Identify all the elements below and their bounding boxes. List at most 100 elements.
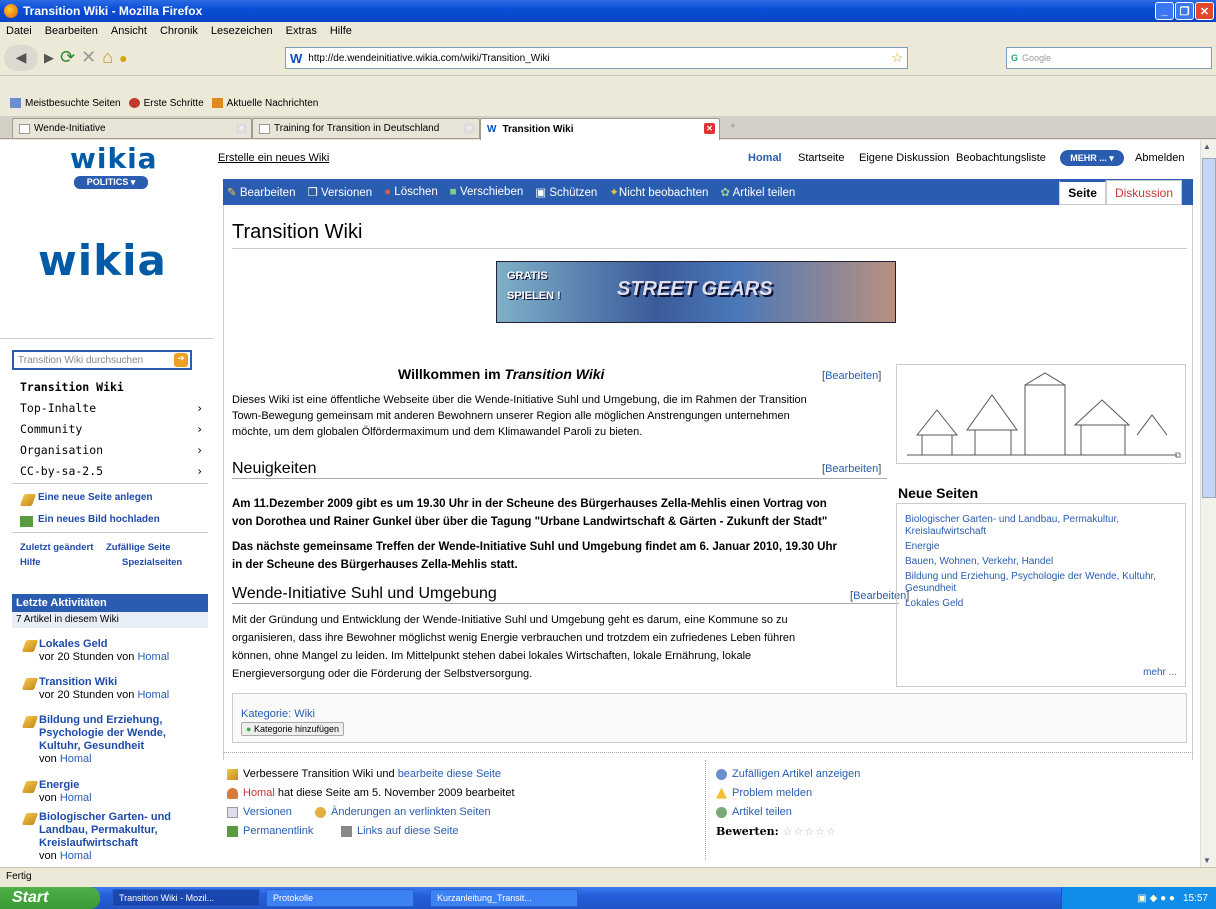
more-button[interactable]: MEHR ... ▾: [1060, 150, 1124, 166]
activity-item[interactable]: Bildung und Erziehung, Psychologie der W…: [39, 714, 199, 766]
welcome-heading: Willkommen im Transition Wiki: [398, 366, 605, 382]
upload-image-link[interactable]: Ein neues Bild hochladen: [38, 514, 160, 525]
menu-chronik[interactable]: Chronik: [160, 25, 198, 37]
new-page-link[interactable]: Bildung und Erziehung, Psychologie der W…: [905, 571, 1177, 595]
what-links-here-link[interactable]: Links auf diese Seite: [341, 825, 459, 837]
share-article-link[interactable]: Artikel teilen: [716, 806, 792, 818]
recent-changes-link[interactable]: Zuletzt geändert: [20, 542, 93, 553]
start-button[interactable]: Start: [0, 887, 100, 909]
category-link[interactable]: Kategorie: Wiki: [241, 708, 315, 720]
report-problem-link[interactable]: Problem melden: [716, 787, 812, 799]
watchlist-link[interactable]: Beobachtungsliste: [956, 152, 1046, 164]
new-tab-icon[interactable]: +: [730, 121, 736, 132]
edit-button[interactable]: ✎ Bearbeiten: [227, 185, 295, 199]
random-article-link[interactable]: Zufälligen Artikel anzeigen: [716, 768, 860, 780]
activity-item[interactable]: Biologischer Garten- und Landbau, Permak…: [39, 811, 199, 863]
maximize-button[interactable]: ❐: [1175, 2, 1194, 20]
forward-button[interactable]: ▶: [44, 45, 54, 71]
logout-link[interactable]: Abmelden: [1135, 152, 1185, 164]
tab-transition-wiki[interactable]: W Transition Wiki ✕: [480, 118, 720, 140]
pencil-icon: [21, 813, 39, 825]
startseite-link[interactable]: Startseite: [798, 152, 844, 164]
special-pages-link[interactable]: Spezialseiten: [122, 557, 182, 568]
task-protokolle[interactable]: Protokolle: [266, 889, 414, 907]
create-wiki-link[interactable]: Erstelle ein neues Wiki: [218, 152, 329, 164]
politics-badge[interactable]: POLITICS ▾: [74, 176, 148, 189]
sidebar-search-input[interactable]: Transition Wiki durchsuchen ➜: [12, 350, 192, 370]
wikia-logo-small[interactable]: wikia: [70, 142, 158, 175]
tab-close-icon[interactable]: ✕: [236, 123, 247, 134]
sidebar-item-community[interactable]: Community ›: [20, 422, 203, 436]
vertical-scrollbar[interactable]: ▲ ▼: [1200, 140, 1216, 867]
menu-extras[interactable]: Extras: [286, 25, 317, 37]
new-page-link[interactable]: Lokales Geld: [905, 598, 1177, 610]
sidebar-item-license[interactable]: CC-by-sa-2.5 ›: [20, 464, 203, 478]
task-kurzanleitung[interactable]: Kurzanleitung_Transit...: [430, 889, 578, 907]
permalink-link[interactable]: Permanentlink: [227, 825, 313, 837]
related-changes-link[interactable]: Änderungen an verlinkten Seiten: [315, 806, 491, 818]
menu-ansicht[interactable]: Ansicht: [111, 25, 147, 37]
pencil-icon: [19, 494, 37, 506]
search-go-icon[interactable]: ➜: [174, 353, 188, 367]
edit-section-link[interactable]: [Bearbeiten]: [822, 463, 881, 475]
own-discussion-link[interactable]: Eigene Diskussion: [859, 152, 950, 164]
wikia-logo-big[interactable]: wikia: [38, 236, 167, 285]
bookmark-meistbesucht[interactable]: Meistbesuchte Seiten: [10, 98, 121, 109]
more-link[interactable]: mehr ...: [1143, 667, 1177, 678]
help-link[interactable]: Hilfe: [20, 557, 41, 568]
edit-this-page-link[interactable]: bearbeite diese Seite: [398, 768, 501, 780]
tab-training[interactable]: Training for Transition in Deutschland ✕: [252, 118, 480, 138]
stop-icon[interactable]: ✕: [81, 45, 96, 71]
back-button[interactable]: ◀: [4, 44, 38, 71]
bookmark-nachrichten[interactable]: Aktuelle Nachrichten: [211, 98, 318, 109]
page-title: Transition Wiki: [232, 221, 1187, 249]
activity-item[interactable]: Transition Wiki vor 20 Stunden von Homal: [39, 676, 169, 702]
search-box[interactable]: G Google: [1006, 47, 1212, 69]
star-rating-icon[interactable]: ☆☆☆☆☆: [783, 825, 837, 838]
tab-close-icon[interactable]: ✕: [704, 123, 715, 134]
menu-bearbeiten[interactable]: Bearbeiten: [45, 25, 98, 37]
activity-item[interactable]: Lokales Geld vor 20 Stunden von Homal: [39, 638, 169, 664]
edit-section-link[interactable]: [Bearbeiten]: [822, 370, 881, 382]
unwatch-button[interactable]: ✦Nicht beobachten: [609, 185, 708, 199]
task-firefox[interactable]: Transition Wiki - Mozil...: [112, 889, 260, 907]
close-button[interactable]: ✕: [1195, 2, 1214, 20]
new-page-link[interactable]: Bauen, Wohnen, Verkehr, Handel: [905, 556, 1177, 568]
addon-icon[interactable]: ●: [119, 45, 127, 71]
advertisement-banner[interactable]: GRATIS SPIELEN ! STREET GEARS: [496, 261, 896, 323]
star-icon[interactable]: ☆: [891, 50, 903, 66]
new-page-link[interactable]: Energie: [905, 541, 1177, 553]
reload-icon[interactable]: ⟳: [60, 45, 75, 71]
share-button[interactable]: ✿ Artikel teilen: [720, 185, 795, 199]
user-link[interactable]: Homal: [748, 152, 782, 164]
tab-wende-initiative[interactable]: Wende-Initiative ✕: [12, 118, 252, 138]
bookmark-erste-schritte[interactable]: Erste Schritte: [128, 98, 204, 109]
sidebar-item-organisation[interactable]: Organisation ›: [20, 443, 203, 457]
menu-hilfe[interactable]: Hilfe: [330, 25, 352, 37]
tab-close-icon[interactable]: ✕: [464, 123, 475, 134]
home-icon[interactable]: ⌂: [102, 45, 113, 71]
delete-button[interactable]: ● Löschen: [384, 186, 438, 198]
versions-link[interactable]: Versionen: [227, 806, 292, 818]
village-illustration[interactable]: ⧉: [896, 364, 1186, 464]
enlarge-icon[interactable]: ⧉: [1175, 450, 1181, 461]
sidebar-item-top-inhalte[interactable]: Top-Inhalte ›: [20, 401, 203, 415]
add-category-button[interactable]: ● Kategorie hinzufügen: [241, 722, 345, 736]
pencil-icon: [227, 768, 238, 780]
versions-button[interactable]: ❐ Versionen: [307, 185, 372, 199]
menu-lesezeichen[interactable]: Lesezeichen: [211, 25, 273, 37]
scrollbar-thumb[interactable]: [1202, 158, 1216, 498]
minimize-button[interactable]: _: [1155, 2, 1174, 20]
url-bar[interactable]: W http://de.wendeinitiative.wikia.com/wi…: [285, 47, 908, 69]
editor-link[interactable]: Homal: [243, 787, 275, 799]
move-button[interactable]: ■ Verschieben: [450, 186, 523, 198]
random-page-link[interactable]: Zufällige Seite: [106, 542, 170, 553]
tab-diskussion[interactable]: Diskussion: [1105, 180, 1182, 205]
activity-item[interactable]: Energie von Homal: [39, 779, 92, 805]
new-page-link[interactable]: Eine neue Seite anlegen: [38, 492, 152, 503]
new-page-link[interactable]: Biologischer Garten- und Landbau, Permak…: [905, 514, 1177, 538]
protect-button[interactable]: ▣ Schützen: [535, 185, 597, 199]
menu-datei[interactable]: Datei: [6, 25, 32, 37]
sidebar-item-transition-wiki[interactable]: Transition Wiki: [20, 380, 203, 394]
tab-seite[interactable]: Seite: [1059, 180, 1106, 205]
